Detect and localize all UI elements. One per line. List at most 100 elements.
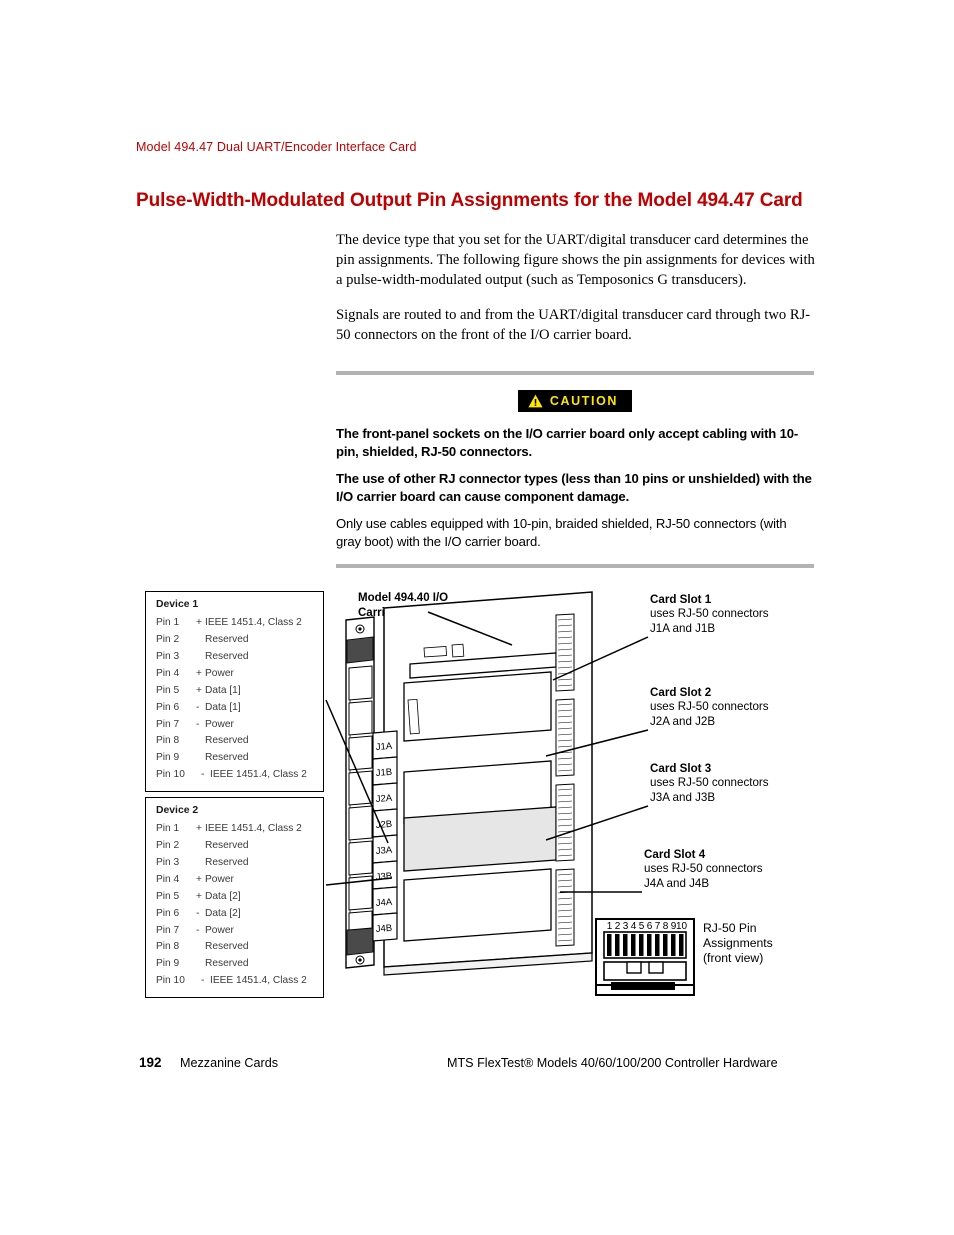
pin-number: Pin 6: [156, 701, 180, 713]
pin-sign: [196, 838, 205, 855]
pin-sign: +: [196, 667, 202, 679]
pin-description: Power: [205, 873, 234, 885]
caution-normal-1: Only use cables equipped with 10-pin, br…: [336, 516, 787, 549]
pin-row: Pin 8 Reserved: [156, 733, 314, 750]
pin-row: Pin 8 Reserved: [156, 939, 314, 956]
callout-slot-4-title: Card Slot 4: [644, 848, 706, 861]
callout-card-slot-2: Card Slot 2 uses RJ-50 connectors J2A an…: [650, 686, 825, 729]
pin-description: Reserved: [205, 735, 249, 747]
pin-description: Data [1]: [205, 701, 241, 713]
pin-row: Pin 1 + IEEE 1451.4, Class 2: [156, 821, 314, 838]
pin-number: Pin 5: [156, 890, 180, 902]
rj50-caption-line-1: RJ-50 Pin: [703, 921, 757, 935]
pin-number: Pin 5: [156, 684, 180, 696]
pin-number: Pin 4: [156, 667, 180, 679]
pin-row: Pin 7 - Power: [156, 923, 314, 940]
pin-number: Pin 2: [156, 839, 180, 851]
callout-card-slot-1: Card Slot 1 uses RJ-50 connectors J1A an…: [650, 593, 825, 636]
body-paragraph-1: The device type that you set for the UAR…: [336, 232, 815, 288]
page-footer: 192 Mezzanine Cards MTS FlexTest® Models…: [0, 1055, 954, 1085]
pin-row: Pin 5 + Data [1]: [156, 683, 314, 700]
caution-top-rule: [336, 371, 814, 375]
caution-body: The front-panel sockets on the I/O carri…: [336, 425, 814, 550]
pin-description: Reserved: [205, 958, 249, 970]
rj50-caption: RJ-50 Pin Assignments (front view): [703, 921, 773, 966]
rj50-caption-line-3: (front view): [703, 951, 764, 966]
board-label-line-1: Model 494.40 I/O: [358, 592, 449, 604]
pin-description: Power: [205, 667, 234, 679]
footer-document-title: MTS FlexTest® Models 40/60/100/200 Contr…: [447, 1056, 778, 1070]
pin-sign: -: [196, 718, 200, 730]
pin-row: Pin 3 Reserved: [156, 649, 314, 666]
body-text-column: The device type that you set for the UAR…: [336, 231, 820, 346]
callout-slot-3-line2: uses RJ-50 connectors: [650, 776, 769, 790]
callout-slot-3-title: Card Slot 3: [650, 762, 712, 775]
callout-slot-1-line2: uses RJ-50 connectors: [650, 607, 769, 621]
pin-number: Pin 10: [156, 769, 185, 781]
pin-sign: +: [196, 890, 202, 902]
pin-description: Power: [205, 718, 234, 730]
footer-page-number: 192: [139, 1055, 162, 1070]
running-head: Model 494.47 Dual UART/Encoder Interface…: [136, 140, 417, 154]
pin-sign: -: [196, 924, 200, 936]
device-2-pin-rows: Pin 1 + IEEE 1451.4, Class 2 Pin 2 Reserved P…: [156, 821, 314, 990]
pin-row: Pin 3 Reserved: [156, 855, 314, 872]
device-2-pin-table: Device 2 Pin 1 + IEEE 1451.4, Class 2 Pin 2…: [145, 797, 324, 999]
pin-description: Reserved: [205, 752, 249, 764]
pin-description: IEEE 1451.4, Class 2: [205, 823, 302, 834]
callout-card-slot-4: Card Slot 4 uses RJ-50 connectors J4A an…: [644, 848, 819, 891]
pin-description: Data [2]: [205, 890, 241, 902]
callout-card-slot-3: Card Slot 3 uses RJ-50 connectors J3A an…: [650, 762, 825, 805]
pin-sign: [196, 750, 205, 767]
pin-number: Pin 9: [156, 958, 180, 970]
pin-number: Pin 6: [156, 907, 180, 919]
pin-row: Pin 9 Reserved: [156, 956, 314, 973]
pin-number: Pin 7: [156, 924, 180, 936]
rj50-caption-line-2: Assignments: [703, 936, 773, 951]
callout-slot-2-line3: J2A and J2B: [650, 714, 716, 728]
pin-row: Pin 10 - IEEE 1451.4, Class 2: [156, 767, 314, 784]
pin-row: Pin 6 - Data [2]: [156, 906, 314, 923]
pin-sign: [196, 855, 205, 872]
document-page: Model 494.47 Dual UART/Encoder Interface…: [0, 0, 954, 1235]
caution-badge-label: CAUTION: [549, 393, 619, 408]
caution-badge: CAUTION: [517, 390, 633, 412]
callout-slot-4-line2: uses RJ-50 connectors: [644, 862, 763, 876]
figure-carrier-board: Device 1 Pin 1 + IEEE 1451.4, Class 2 Pin 2…: [0, 565, 954, 1015]
caution-block: CAUTION The front-panel sockets on the I…: [336, 371, 814, 569]
pin-sign: -: [196, 701, 200, 713]
pin-sign: +: [196, 617, 202, 628]
pin-number: Pin 1: [156, 617, 180, 628]
pin-sign: -: [201, 975, 205, 987]
pin-number: Pin 8: [156, 735, 180, 747]
board-label-line-2: Carrier Board: [358, 607, 433, 620]
pin-sign: -: [201, 769, 205, 781]
pin-sign: [196, 733, 205, 750]
pin-number: Pin 3: [156, 650, 180, 662]
callout-slot-2-title: Card Slot 2: [650, 686, 712, 699]
pin-number: Pin 7: [156, 718, 180, 730]
body-paragraph-2: Signals are routed to and from the UART/…: [336, 306, 811, 343]
footer-section: Mezzanine Cards: [180, 1056, 278, 1070]
pin-row: Pin 1 + IEEE 1451.4, Class 2: [156, 615, 314, 632]
callout-slot-2-line2: uses RJ-50 connectors: [650, 700, 769, 714]
board-label: Model 494.40 I/O Carrier Board: [358, 591, 448, 621]
caution-badge-row: CAUTION: [336, 390, 814, 412]
device-2-title: Device 2: [156, 805, 199, 816]
pin-number: Pin 10: [156, 975, 185, 987]
pin-row: Pin 10 - IEEE 1451.4, Class 2: [156, 973, 314, 990]
pin-sign: +: [196, 823, 202, 834]
pin-description: IEEE 1451.4, Class 2: [210, 769, 307, 781]
pin-sign: [196, 939, 205, 956]
pin-number: Pin 9: [156, 752, 180, 764]
pin-sign: [196, 649, 205, 666]
pin-row: Pin 2 Reserved: [156, 632, 314, 649]
pin-number: Pin 4: [156, 873, 180, 885]
pin-row: Pin 9 Reserved: [156, 750, 314, 767]
pin-row: Pin 4 + Power: [156, 872, 314, 889]
pin-row: Pin 2 Reserved: [156, 838, 314, 855]
pin-description: Reserved: [205, 633, 249, 645]
device-1-pin-rows: Pin 1 + IEEE 1451.4, Class 2 Pin 2 Reserved P…: [156, 615, 314, 784]
warning-triangle-icon: [528, 394, 543, 408]
pin-row: Pin 5 + Data [2]: [156, 889, 314, 906]
